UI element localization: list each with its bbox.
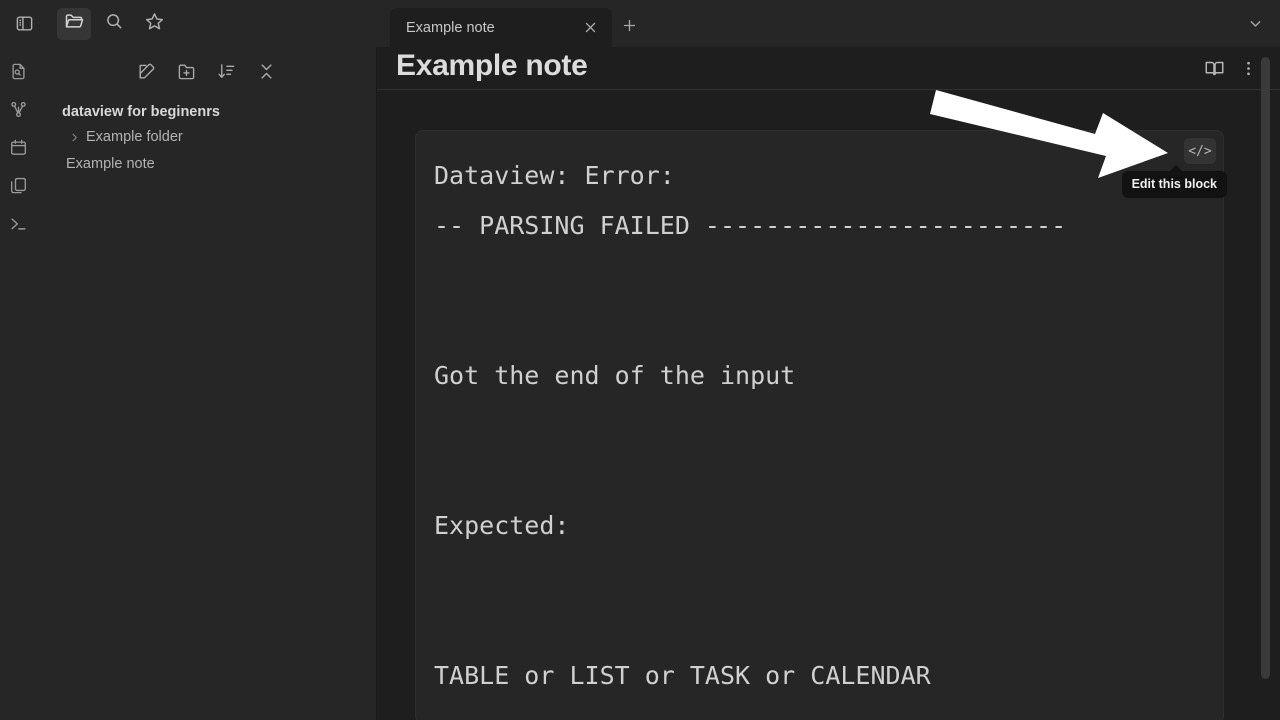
search-icon — [104, 11, 124, 36]
sort-desc-icon[interactable] — [213, 58, 239, 84]
tooltip-edit-this-block: Edit this block — [1121, 165, 1227, 198]
folder-icon — [64, 11, 84, 36]
file-tree: dataview for beginenrs Example folder Ex… — [36, 85, 376, 178]
graph-icon[interactable] — [6, 97, 30, 121]
tree-item-label: Example folder — [86, 129, 183, 145]
note-content: Dataview: Error: -- PARSING FAILED -----… — [377, 90, 1280, 720]
copy-files-icon[interactable] — [6, 173, 30, 197]
titlebar: Example note — [0, 0, 1280, 47]
book-open-icon[interactable] — [1200, 54, 1228, 82]
code-block-content: Dataview: Error: -- PARSING FAILED -----… — [434, 161, 1067, 690]
folder-plus-icon[interactable] — [173, 58, 199, 84]
tab-example-note[interactable]: Example note — [390, 8, 612, 47]
main-area: dataview for beginenrs Example folder Ex… — [0, 47, 1280, 720]
sidebar-toggle-icon[interactable] — [7, 8, 41, 40]
calendar-icon[interactable] — [6, 135, 30, 159]
file-explorer-pane: dataview for beginenrs Example folder Ex… — [36, 47, 377, 720]
close-icon[interactable] — [578, 16, 602, 40]
star-icon — [144, 11, 165, 37]
page-title: Example note — [396, 49, 588, 82]
plus-icon — [621, 17, 638, 39]
tab-bar: Example note — [377, 0, 1280, 47]
chevron-right-icon[interactable] — [66, 132, 82, 143]
file-explorer-toolbar — [36, 47, 376, 85]
tab-label: Example note — [406, 19, 495, 36]
files-button[interactable] — [57, 7, 91, 40]
collapse-icon[interactable] — [253, 58, 279, 84]
note-editor-pane: Example note Dataview: Error: -- PARSING… — [377, 47, 1280, 720]
tab-list-overflow — [1240, 0, 1270, 47]
note-header: Example note — [377, 47, 1280, 90]
terminal-icon[interactable] — [6, 211, 30, 235]
code-block-edit-button[interactable]: </> — [1184, 138, 1216, 164]
tree-item-example-note[interactable]: Example note — [40, 151, 368, 177]
bookmarks-button[interactable] — [137, 8, 171, 40]
pencil-square-icon[interactable] — [133, 58, 159, 84]
code-brackets-icon: </> — [1188, 143, 1212, 159]
tree-item-example-folder[interactable]: Example folder — [40, 124, 368, 150]
search-button[interactable] — [97, 8, 131, 40]
tree-item-label: Example note — [66, 156, 155, 172]
left-sidebar-toolbar — [0, 0, 377, 47]
editor-scrollbar[interactable] — [1261, 57, 1270, 679]
chevron-down-icon[interactable] — [1240, 9, 1270, 39]
file-search-icon[interactable] — [6, 59, 30, 83]
left-ribbon — [0, 47, 36, 720]
obsidian-window: Example note dataview for beginenrs Exam… — [0, 0, 1280, 720]
vertical-dots-icon[interactable] — [1234, 54, 1262, 82]
new-tab-button[interactable] — [612, 8, 646, 47]
vault-name: dataview for beginenrs — [62, 104, 220, 120]
dataview-code-block: Dataview: Error: -- PARSING FAILED -----… — [415, 130, 1227, 720]
